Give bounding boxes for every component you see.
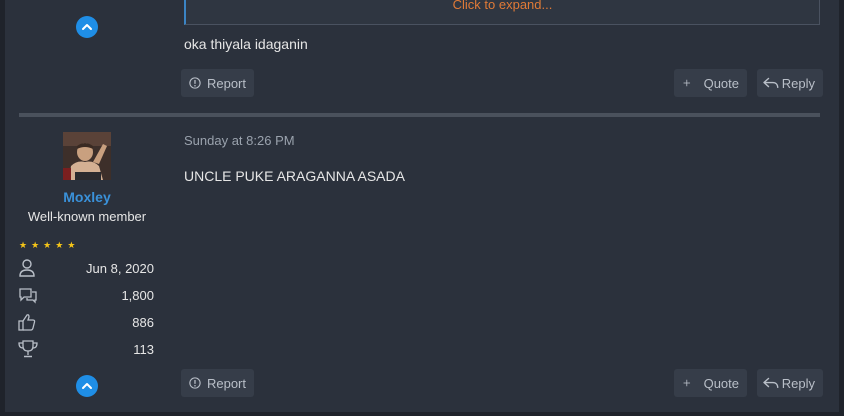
avatar[interactable] bbox=[63, 132, 111, 180]
quote-button[interactable]: Quote bbox=[674, 69, 747, 97]
chevron-up-icon bbox=[82, 383, 92, 389]
chevron-up-icon bbox=[82, 24, 92, 30]
thumbs-up-icon bbox=[18, 314, 36, 331]
scroll-up-button[interactable] bbox=[76, 375, 98, 397]
stat-messages: 1,800 bbox=[18, 285, 154, 305]
stat-reactions: 886 bbox=[18, 312, 154, 332]
star-icon: ★ bbox=[55, 240, 64, 250]
user-rating-stars: ★ ★ ★ ★ ★ bbox=[19, 240, 75, 250]
report-icon bbox=[189, 77, 201, 89]
joined-value: Jun 8, 2020 bbox=[86, 260, 154, 276]
reply-icon bbox=[763, 377, 779, 388]
report-button[interactable]: Report bbox=[181, 69, 254, 97]
star-icon: ★ bbox=[19, 240, 28, 250]
quote-label: Quote bbox=[703, 75, 739, 91]
plus-icon bbox=[683, 79, 691, 87]
username-link[interactable]: Moxley bbox=[20, 189, 154, 205]
stat-points: 113 bbox=[18, 339, 154, 359]
avatar-image bbox=[63, 132, 111, 180]
quote-block[interactable]: Click to expand... bbox=[184, 0, 820, 25]
messages-icon bbox=[19, 288, 37, 304]
report-label: Report bbox=[206, 375, 246, 391]
reply-label: Reply bbox=[781, 375, 815, 391]
report-button[interactable]: Report bbox=[181, 369, 254, 397]
star-icon: ★ bbox=[43, 240, 52, 250]
user-title: Well-known member bbox=[27, 209, 147, 224]
reactions-value: 886 bbox=[132, 314, 154, 330]
post-timestamp[interactable]: Sunday at 8:26 PM bbox=[184, 133, 295, 148]
report-label: Report bbox=[206, 75, 246, 91]
reply-button[interactable]: Reply bbox=[757, 69, 823, 97]
stat-joined: Jun 8, 2020 bbox=[18, 258, 154, 278]
points-value: 113 bbox=[133, 341, 154, 357]
post-divider bbox=[19, 113, 820, 117]
trophy-icon bbox=[18, 340, 38, 358]
star-icon: ★ bbox=[31, 240, 40, 250]
quote-button[interactable]: Quote bbox=[674, 369, 747, 397]
quote-label: Quote bbox=[703, 375, 739, 391]
star-icon: ★ bbox=[67, 240, 76, 250]
scroll-up-button[interactable] bbox=[76, 16, 98, 38]
reply-label: Reply bbox=[781, 75, 815, 91]
plus-icon bbox=[683, 379, 691, 387]
messages-value: 1,800 bbox=[121, 287, 154, 303]
reply-button[interactable]: Reply bbox=[757, 369, 823, 397]
reply-icon bbox=[763, 77, 779, 88]
post-body: UNCLE PUKE ARAGANNA ASADA bbox=[184, 168, 405, 184]
user-icon bbox=[19, 259, 35, 277]
quote-expand-link[interactable]: Click to expand... bbox=[186, 0, 819, 12]
report-icon bbox=[189, 377, 201, 389]
post-body: oka thiyala idaganin bbox=[184, 36, 308, 52]
